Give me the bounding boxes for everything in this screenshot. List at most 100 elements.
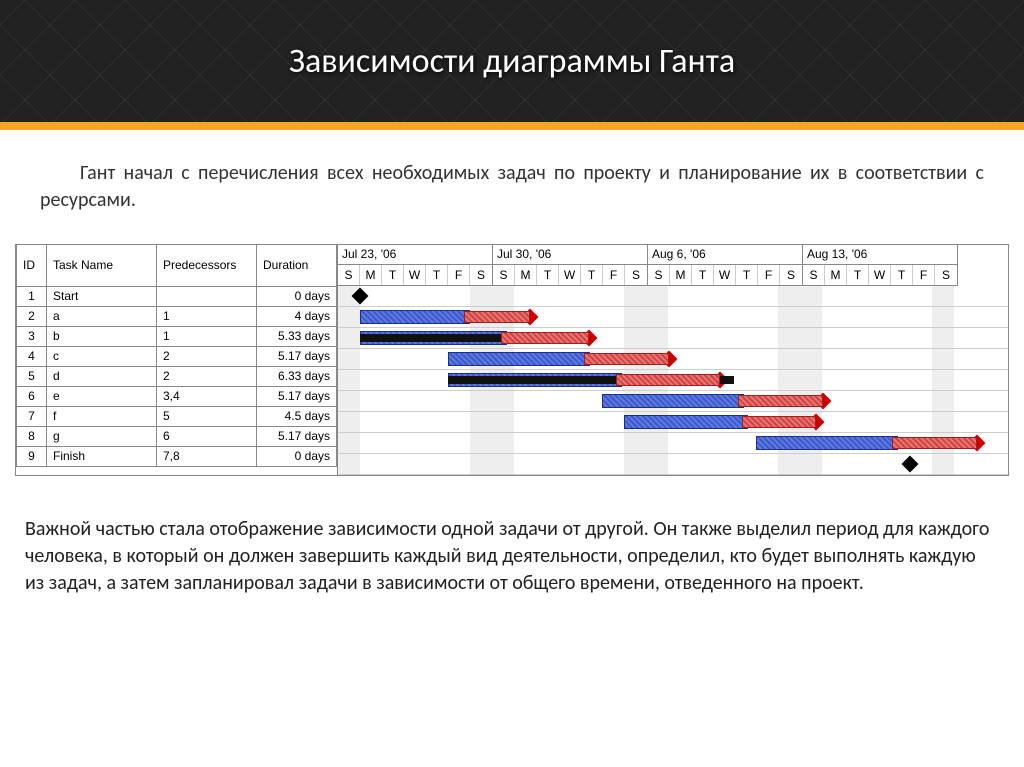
cell-id: 4 (17, 346, 47, 366)
cell-pred: 7,8 (157, 446, 257, 466)
cell-dur: 5.17 days (257, 386, 337, 406)
cell-pred: 3,4 (157, 386, 257, 406)
cell-dur: 0 days (257, 446, 337, 466)
day-header: F (913, 265, 935, 285)
table-row: 6e3,45.17 days (17, 386, 337, 406)
cell-name: a (47, 306, 157, 326)
cell-name: Finish (47, 446, 157, 466)
day-header: T (382, 265, 404, 285)
gantt-bar-blue (360, 310, 470, 324)
cell-dur: 6.33 days (257, 366, 337, 386)
day-header: T (891, 265, 913, 285)
cell-dur: 4 days (257, 306, 337, 326)
day-header: T (581, 265, 603, 285)
cell-name: Start (47, 286, 157, 306)
cell-dur: 5.17 days (257, 346, 337, 366)
gantt-bar-blue (602, 394, 744, 408)
day-header: W (559, 265, 581, 285)
slide-title: Зависимости диаграммы Ганта (289, 41, 735, 82)
day-header: S (803, 265, 825, 285)
day-header: T (736, 265, 758, 285)
day-header: W (714, 265, 736, 285)
day-header: F (448, 265, 470, 285)
day-header: S (470, 265, 492, 285)
cell-pred: 1 (157, 326, 257, 346)
gantt-bar-red (616, 374, 720, 386)
gantt-bar-red (738, 395, 823, 407)
day-header: S (648, 265, 670, 285)
gantt-bar-red (584, 353, 669, 365)
cell-name: e (47, 386, 157, 406)
slide-header: Зависимости диаграммы Ганта (0, 0, 1024, 130)
table-row: 5d26.33 days (17, 366, 337, 386)
slide-content: Гант начал с перечисления всех необходим… (0, 130, 1024, 224)
cell-id: 7 (17, 406, 47, 426)
cell-name: b (47, 326, 157, 346)
day-header: T (692, 265, 714, 285)
cell-id: 1 (17, 286, 47, 306)
table-row: 9Finish7,80 days (17, 446, 337, 466)
milestone-icon (902, 456, 919, 473)
col-pred: Predecessors (157, 245, 257, 286)
table-row: 2a14 days (17, 306, 337, 326)
gantt-bar-blue (448, 352, 590, 366)
week-label: Jul 23, '06 (338, 245, 492, 265)
cell-id: 8 (17, 426, 47, 446)
cell-dur: 0 days (257, 286, 337, 306)
cell-id: 9 (17, 446, 47, 466)
day-header: F (603, 265, 625, 285)
cell-dur: 5.33 days (257, 326, 337, 346)
milestone-icon (352, 288, 369, 305)
week-label: Aug 13, '06 (803, 245, 957, 265)
cell-id: 2 (17, 306, 47, 326)
intro-paragraph: Гант начал с перечисления всех необходим… (40, 160, 984, 214)
gantt-bar-red (501, 332, 589, 344)
cell-dur: 4.5 days (257, 406, 337, 426)
table-row: 4c25.17 days (17, 346, 337, 366)
cell-pred: 1 (157, 306, 257, 326)
col-name: Task Name (47, 245, 157, 286)
day-header: T (537, 265, 559, 285)
day-header: W (869, 265, 891, 285)
day-header: S (493, 265, 515, 285)
week-label: Aug 6, '06 (648, 245, 802, 265)
cell-name: g (47, 426, 157, 446)
gantt-bar-red (464, 311, 530, 323)
day-header: M (670, 265, 692, 285)
cell-pred: 2 (157, 346, 257, 366)
day-header: W (404, 265, 426, 285)
cell-id: 3 (17, 326, 47, 346)
cell-dur: 5.17 days (257, 426, 337, 446)
table-row: 8g65.17 days (17, 426, 337, 446)
day-header: M (515, 265, 537, 285)
table-row: 1Start 0 days (17, 286, 337, 306)
cell-name: c (47, 346, 157, 366)
day-header: M (825, 265, 847, 285)
gantt-bar-red (742, 416, 816, 428)
day-header: S (625, 265, 647, 285)
gantt-timeline: Jul 23, '06SMTWTFSJul 30, '06SMTWTFSAug … (338, 245, 1008, 475)
day-header: S (780, 265, 802, 285)
day-header: S (338, 265, 360, 285)
cell-pred (157, 286, 257, 306)
gantt-bar-blue (624, 415, 748, 429)
day-header: S (935, 265, 957, 285)
cell-pred: 5 (157, 406, 257, 426)
gantt-bar-blue (756, 436, 898, 450)
conclusion-paragraph: Важной частью стала отображение зависимо… (0, 516, 1024, 597)
cell-pred: 6 (157, 426, 257, 446)
gantt-bar-red (892, 437, 977, 449)
task-table: ID Task Name Predecessors Duration 1Star… (16, 245, 338, 475)
col-id: ID (17, 245, 47, 286)
cell-id: 6 (17, 386, 47, 406)
week-label: Jul 30, '06 (493, 245, 647, 265)
cell-id: 5 (17, 366, 47, 386)
table-row: 7f54.5 days (17, 406, 337, 426)
cell-pred: 2 (157, 366, 257, 386)
gantt-chart: ID Task Name Predecessors Duration 1Star… (15, 244, 1009, 476)
day-header: T (426, 265, 448, 285)
day-header: T (847, 265, 869, 285)
cell-name: f (47, 406, 157, 426)
day-header: F (758, 265, 780, 285)
day-header: M (360, 265, 382, 285)
